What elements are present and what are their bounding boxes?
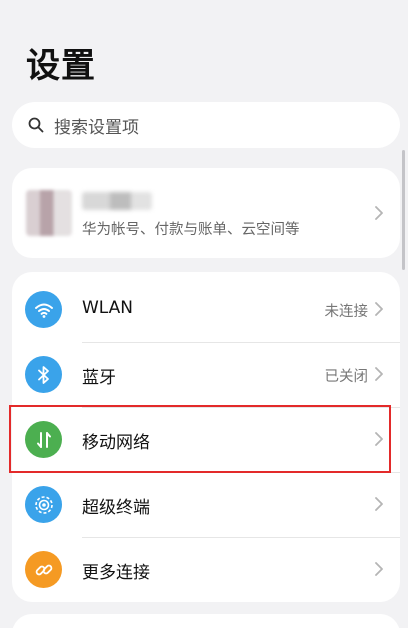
settings-item-super-device[interactable]: 超级终端 <box>12 472 400 537</box>
scrollbar[interactable] <box>402 150 405 270</box>
link-icon <box>25 551 62 588</box>
next-card <box>12 614 400 628</box>
account-card[interactable]: 华为帐号、付款与账单、云空间等 <box>12 168 400 258</box>
search-icon <box>28 117 44 133</box>
account-name-blurred <box>82 192 152 210</box>
chevron-right-icon <box>374 366 384 382</box>
chevron-right-icon <box>374 561 384 577</box>
settings-item-label: 移动网络 <box>82 433 150 453</box>
settings-page: 设置 搜索设置项 华为帐号、付款与账单、云空间等 WLAN 未连接 蓝牙 已关闭… <box>0 0 408 628</box>
mobile-data-icon <box>25 421 62 458</box>
settings-item-bluetooth[interactable]: 蓝牙 已关闭 <box>12 342 400 407</box>
super-device-icon <box>25 486 62 523</box>
wifi-icon <box>25 291 62 328</box>
bluetooth-icon <box>25 356 62 393</box>
settings-item-label: 蓝牙 <box>82 368 116 388</box>
settings-item-label: 更多连接 <box>82 563 150 583</box>
connectivity-card: WLAN 未连接 蓝牙 已关闭 移动网络 超级终端 更多连接 <box>12 272 400 602</box>
settings-item-value: 已关闭 <box>324 369 369 385</box>
settings-item-wlan[interactable]: WLAN 未连接 <box>12 277 400 342</box>
settings-item-value: 未连接 <box>324 304 369 320</box>
page-title: 设置 <box>26 46 96 86</box>
chevron-right-icon <box>374 205 384 221</box>
chevron-right-icon <box>374 496 384 512</box>
settings-item-label: WLAN <box>82 298 134 318</box>
search-bar[interactable]: 搜索设置项 <box>12 102 400 148</box>
chevron-right-icon <box>374 431 384 447</box>
settings-item-more-connections[interactable]: 更多连接 <box>12 537 400 602</box>
search-input[interactable]: 搜索设置项 <box>54 113 139 138</box>
avatar[interactable] <box>26 190 72 236</box>
settings-item-label: 超级终端 <box>82 498 150 518</box>
account-subtitle: 华为帐号、付款与账单、云空间等 <box>82 222 300 238</box>
chevron-right-icon <box>374 301 384 317</box>
settings-item-mobile-network[interactable]: 移动网络 <box>12 407 400 472</box>
